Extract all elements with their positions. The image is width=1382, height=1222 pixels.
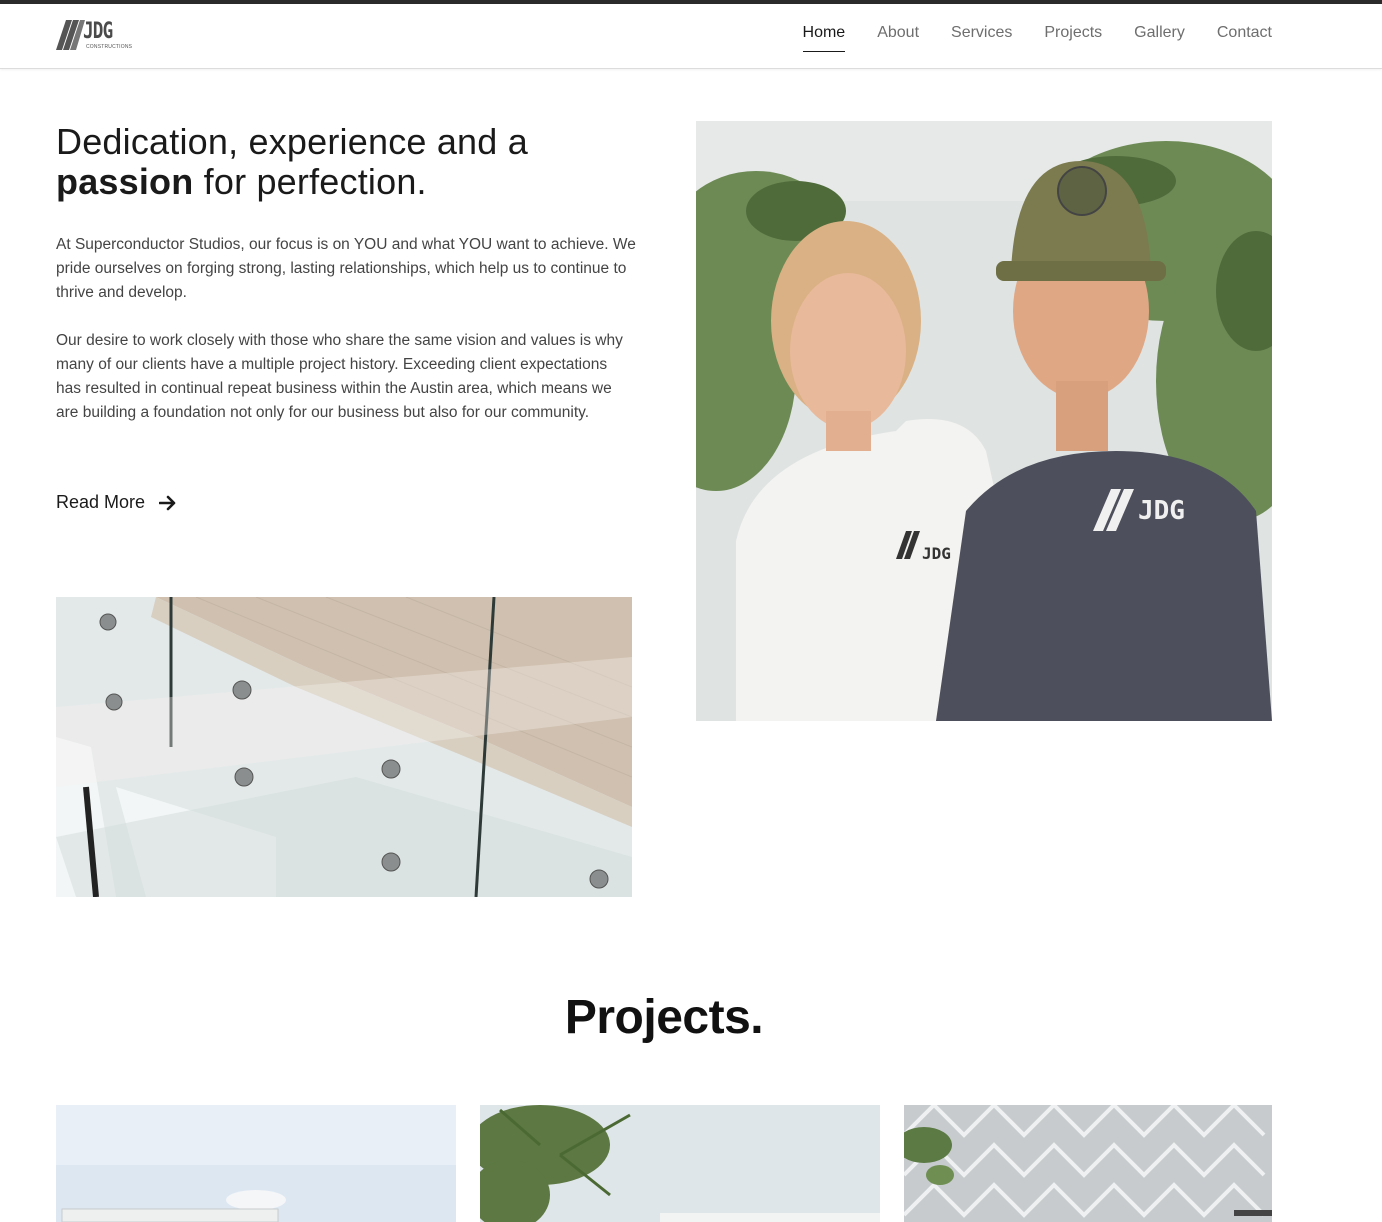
headline-rest: for perfection. (193, 161, 427, 202)
stair-photo-illustration (56, 597, 632, 897)
team-photo: JDG JDG (696, 121, 1272, 721)
project-card[interactable] (904, 1105, 1272, 1222)
logo-wordmark: JDG (83, 19, 113, 44)
project-thumbnail-3 (904, 1105, 1272, 1222)
nav-item-about[interactable]: About (877, 24, 919, 52)
project-card[interactable] (56, 1105, 456, 1222)
values-paragraph: Our desire to work closely with those wh… (56, 332, 623, 421)
svg-text:JDG: JDG (1138, 496, 1185, 526)
project-thumbnail-2 (480, 1105, 880, 1222)
nav-item-contact[interactable]: Contact (1217, 24, 1272, 52)
project-card[interactable] (480, 1105, 880, 1222)
hero-headline: Dedication, experience and a passion for… (56, 122, 656, 202)
read-more-label: Read More (56, 492, 146, 512)
projects-heading: Projects. (564, 991, 764, 1044)
nav-item-home[interactable]: Home (802, 24, 846, 52)
logo-stripes-icon (56, 20, 85, 50)
svg-text:JDG: JDG (922, 544, 951, 563)
team-photo-illustration: JDG JDG (696, 121, 1272, 721)
nav-item-gallery[interactable]: Gallery (1134, 24, 1185, 52)
main-nav: Home About Services Projects Gallery Con… (802, 24, 1272, 52)
project-thumbnail-1 (56, 1105, 456, 1222)
read-more-link[interactable]: Read More (56, 492, 177, 513)
arrow-right-icon (159, 495, 176, 510)
stair-photo (56, 597, 632, 897)
headline-bold-word: passion (56, 161, 194, 202)
nav-item-projects[interactable]: Projects (1044, 24, 1102, 52)
logo-subtext: CONSTRUCTIONS (86, 44, 133, 50)
headline-line1: Dedication, experience and a (56, 121, 528, 162)
nav-item-services[interactable]: Services (951, 24, 1012, 52)
intro-paragraph: At Superconductor Studios, our focus is … (56, 236, 636, 301)
site-header: JDG CONSTRUCTIONS Home About Services Pr… (0, 4, 1382, 69)
site-logo[interactable]: JDG CONSTRUCTIONS (56, 19, 132, 53)
